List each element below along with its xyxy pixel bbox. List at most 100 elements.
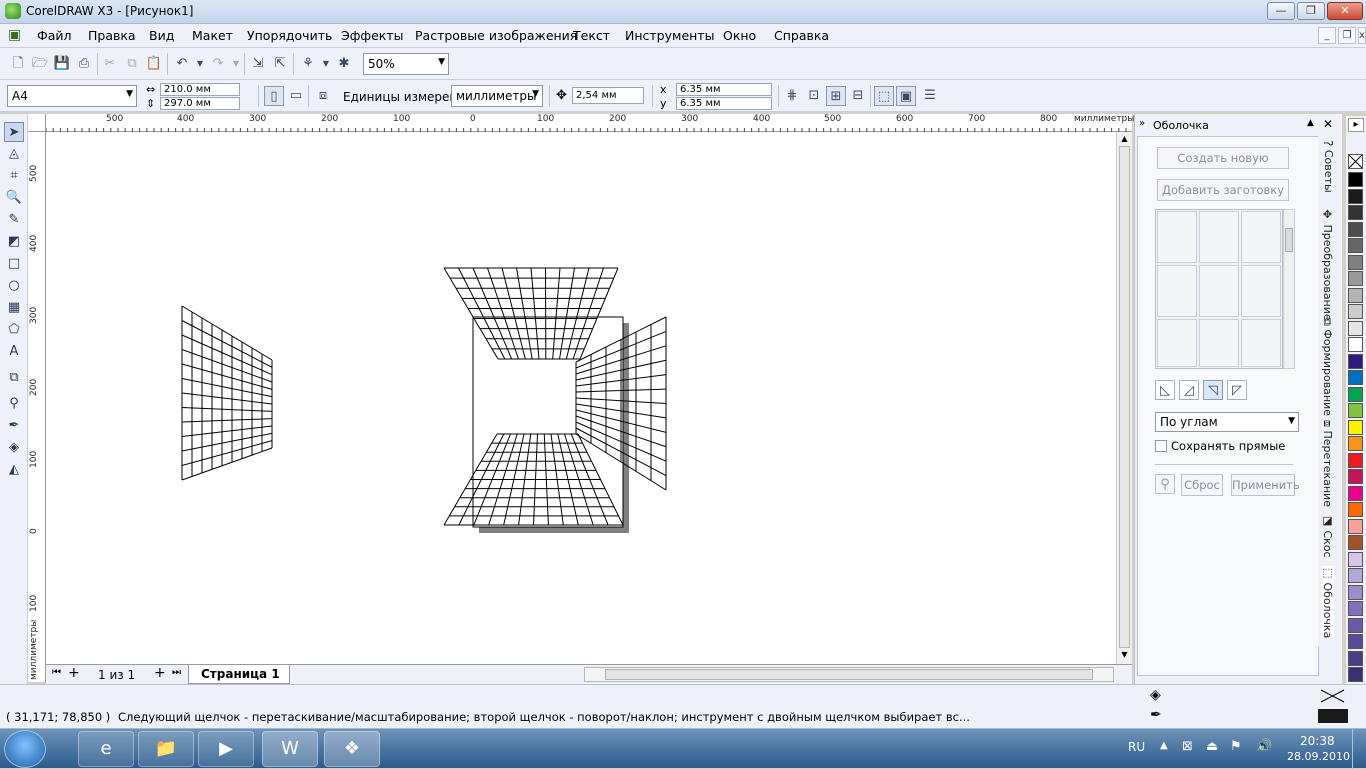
preset-cell[interactable] xyxy=(1157,211,1197,263)
color-swatch[interactable] xyxy=(1348,453,1363,468)
preset-cell[interactable] xyxy=(1157,265,1197,317)
horizontal-scrollbar[interactable] xyxy=(584,667,1114,682)
color-swatch[interactable] xyxy=(1348,486,1363,501)
preset-gallery[interactable] xyxy=(1155,209,1283,369)
horizontal-ruler[interactable]: 500 400 300 200 100 0 100 200 300 400 50… xyxy=(46,114,1132,132)
hscroll-thumb[interactable] xyxy=(605,669,1093,680)
network-icon[interactable]: ⊠ xyxy=(1182,739,1193,754)
unconstrained-mode-icon[interactable]: ◸ xyxy=(1227,380,1247,400)
coreldraw-task-icon[interactable]: ❖ xyxy=(324,731,380,767)
menu-layout[interactable]: Макет xyxy=(192,28,233,43)
zoom-tool-icon[interactable]: 🔍 xyxy=(4,188,24,208)
smart-fill-icon[interactable]: ◩ xyxy=(4,232,24,252)
add-page-before-icon[interactable]: + xyxy=(68,665,80,681)
language-indicator[interactable]: RU xyxy=(1128,740,1145,754)
color-swatch[interactable] xyxy=(1348,552,1363,567)
menu-window[interactable]: Окно xyxy=(723,28,756,43)
palette-menu-icon[interactable]: ▸ xyxy=(1348,118,1364,132)
units-combo[interactable]: миллиметры ▼ xyxy=(451,85,543,107)
dup-y-field[interactable]: 6.35 мм xyxy=(676,97,772,110)
drawing-canvas[interactable] xyxy=(46,132,1116,664)
undo-dropdown-icon[interactable]: ▼ xyxy=(190,54,210,74)
color-swatch[interactable] xyxy=(1348,420,1363,435)
ruler-origin[interactable] xyxy=(28,114,46,132)
safe-remove-icon[interactable]: ⏏ xyxy=(1206,739,1218,754)
keep-lines-checkbox[interactable] xyxy=(1155,440,1167,452)
menu-bitmaps[interactable]: Растровые изображения xyxy=(415,28,577,43)
create-new-button[interactable]: Создать новую xyxy=(1157,147,1289,169)
word-icon[interactable]: W xyxy=(262,731,318,767)
rectangle-tool-icon[interactable]: □ xyxy=(4,254,24,274)
vertical-ruler[interactable]: 500 400 300 200 100 0 100 миллиметры xyxy=(28,132,46,682)
action-center-icon[interactable]: ⚑ xyxy=(1230,739,1242,754)
marquee-icon[interactable]: ▣ xyxy=(896,86,916,106)
preset-cell[interactable] xyxy=(1157,319,1197,367)
ie-icon[interactable]: e xyxy=(78,731,134,767)
color-swatch[interactable] xyxy=(1348,288,1363,303)
color-swatch[interactable] xyxy=(1348,189,1363,204)
freehand-tool-icon[interactable]: ✎ xyxy=(4,210,24,230)
scroll-down-icon[interactable]: ▼ xyxy=(1119,650,1130,662)
new-doc-icon[interactable]: 🗋 xyxy=(8,54,28,74)
select-mode-icon[interactable]: ⬚ xyxy=(874,86,894,106)
color-swatch[interactable] xyxy=(1348,568,1363,583)
page-height-field[interactable]: 297.0 мм xyxy=(160,97,240,110)
scroll-up-icon[interactable]: ▲ xyxy=(1119,134,1130,146)
landscape-icon[interactable]: ▭ xyxy=(286,86,306,106)
tab-blend[interactable]: ⧈ Перетекание xyxy=(1321,420,1334,507)
menu-effects[interactable]: Эффекты xyxy=(341,28,404,43)
tab-envelope[interactable]: ⬚ Оболочка xyxy=(1321,566,1334,638)
color-swatch[interactable] xyxy=(1348,337,1363,352)
color-swatch[interactable] xyxy=(1348,618,1363,633)
menu-help[interactable]: Справка xyxy=(774,28,829,43)
double-arc-mode-icon[interactable]: ◹ xyxy=(1203,380,1223,400)
preset-cell[interactable] xyxy=(1199,265,1239,317)
color-swatch[interactable] xyxy=(1348,172,1363,187)
color-swatch[interactable] xyxy=(1348,304,1363,319)
color-swatch[interactable] xyxy=(1348,205,1363,220)
reset-button[interactable]: Сброс xyxy=(1181,474,1223,496)
no-color-swatch[interactable] xyxy=(1348,154,1363,169)
color-swatch[interactable] xyxy=(1348,238,1363,253)
menu-text[interactable]: Текст xyxy=(573,28,610,43)
single-arc-mode-icon[interactable]: ◿ xyxy=(1179,380,1199,400)
interactive-fill-icon[interactable]: ◭ xyxy=(4,460,24,480)
optimize-icon[interactable]: ⊟ xyxy=(848,86,868,106)
color-swatch[interactable] xyxy=(1348,667,1363,682)
color-swatch[interactable] xyxy=(1348,502,1363,517)
add-page-after-icon[interactable]: + xyxy=(154,665,166,681)
export-icon[interactable]: ⇱ xyxy=(270,54,290,74)
media-player-icon[interactable]: ▶ xyxy=(198,731,254,767)
close-button[interactable]: ✕ xyxy=(1327,2,1363,20)
treat-as-filled-icon[interactable]: ⊞ xyxy=(826,86,846,106)
eyedropper-icon[interactable]: ⚲ xyxy=(1155,474,1175,494)
vertical-scrollbar[interactable]: ▲ ▼ xyxy=(1116,132,1132,664)
page-tab[interactable]: Страница 1 xyxy=(188,665,290,684)
preset-scroll-thumb[interactable] xyxy=(1285,228,1293,252)
tab-hints[interactable]: ? Советы xyxy=(1321,140,1335,193)
graph-paper-icon[interactable]: ▦ xyxy=(4,298,24,318)
color-swatch[interactable] xyxy=(1348,370,1363,385)
portrait-icon[interactable]: ▯ xyxy=(264,86,284,106)
scroll-thumb[interactable] xyxy=(1119,146,1130,648)
outline-indicator-icon[interactable]: ✒ xyxy=(1150,707,1162,723)
add-preset-button[interactable]: Добавить заготовку xyxy=(1157,179,1289,201)
minimize-button[interactable]: — xyxy=(1267,2,1295,20)
preset-cell[interactable] xyxy=(1241,265,1281,317)
app-launcher-icon[interactable]: ⚘ xyxy=(298,54,318,74)
apply-button[interactable]: Применить xyxy=(1231,474,1295,496)
undo-icon[interactable]: ↶ xyxy=(172,54,192,74)
clock-time[interactable]: 20:38 xyxy=(1300,734,1335,748)
color-swatch[interactable] xyxy=(1348,535,1363,550)
color-swatch[interactable] xyxy=(1348,585,1363,600)
paste-icon[interactable]: 📋 xyxy=(144,54,164,74)
import-icon[interactable]: ⇲ xyxy=(248,54,268,74)
maximize-button[interactable]: ❐ xyxy=(1297,2,1325,20)
coreldraw-app-icon[interactable] xyxy=(5,3,21,19)
doc-minimize-button[interactable]: _ xyxy=(1318,27,1336,44)
preset-cell[interactable] xyxy=(1241,319,1281,367)
show-desktop-button[interactable] xyxy=(1352,729,1366,769)
volume-icon[interactable]: 🔊 xyxy=(1256,739,1272,754)
clock-date[interactable]: 28.09.2010 xyxy=(1287,750,1350,763)
menu-arrange[interactable]: Упорядочить xyxy=(247,28,332,43)
